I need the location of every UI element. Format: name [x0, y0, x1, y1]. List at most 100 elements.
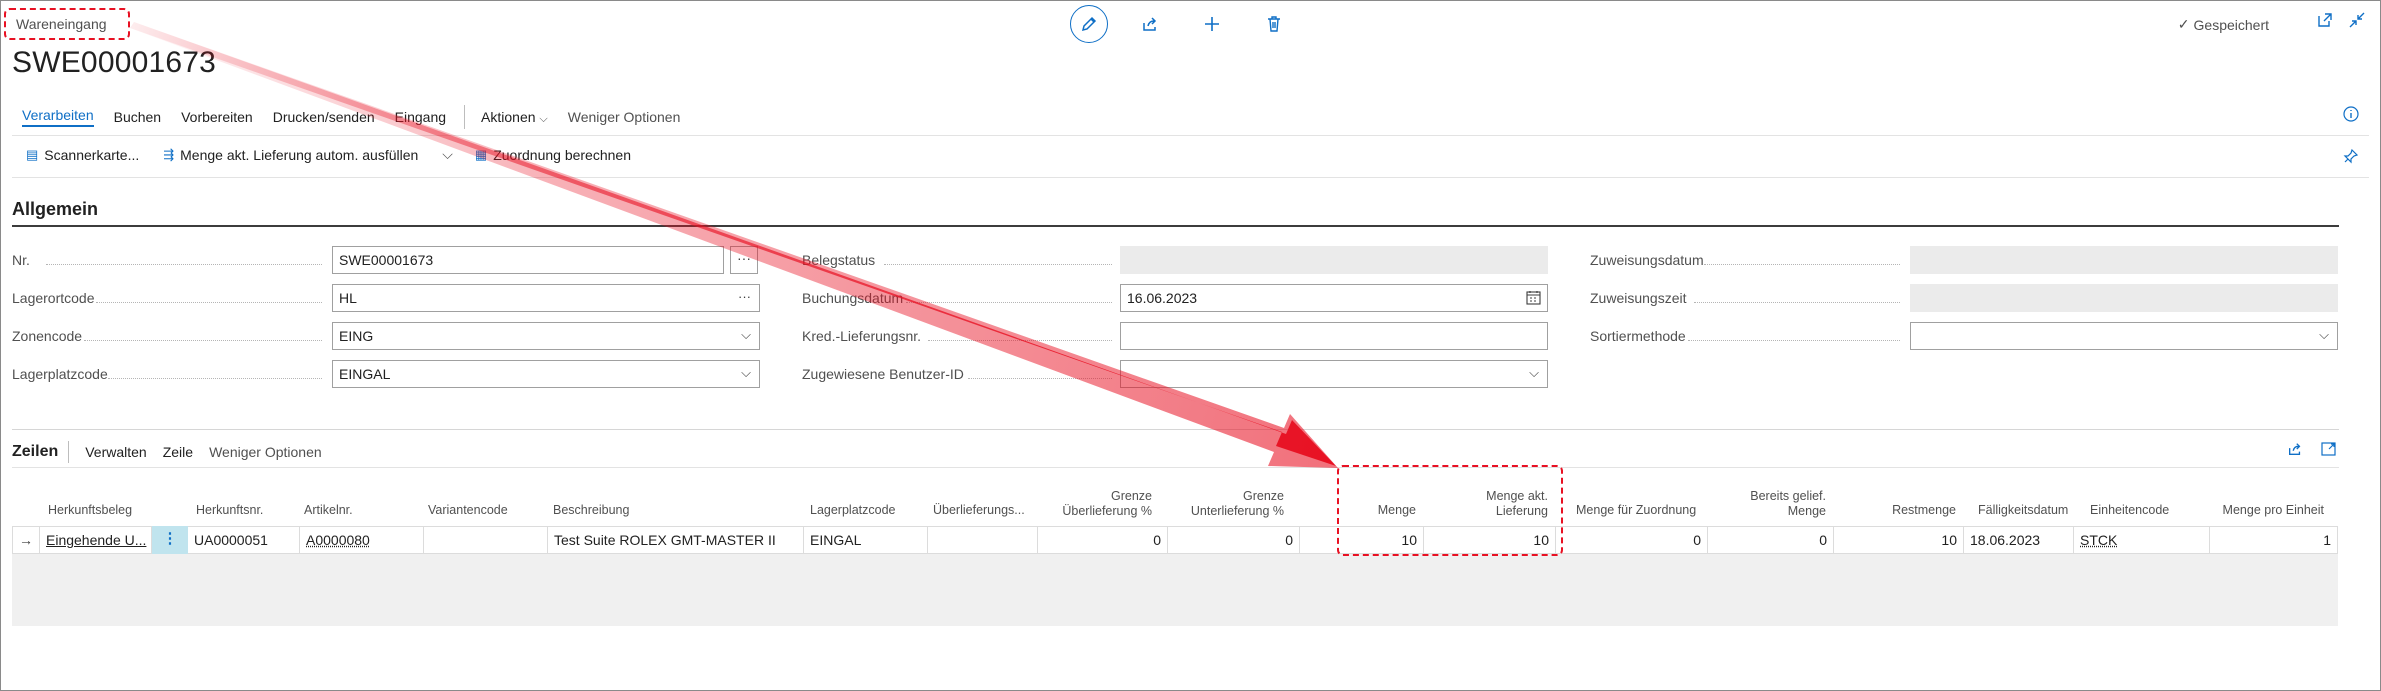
more-actions-chevron-icon[interactable]: ⌵	[442, 146, 453, 163]
scanner-button[interactable]: ▤ Scannerkarte...	[26, 147, 139, 163]
vendor-shipment-no-field[interactable]	[1120, 322, 1548, 350]
col-header-qty-delivered[interactable]: Bereits gelief. Menge	[1714, 489, 1826, 519]
col-header-limit-over[interactable]: Grenze Überlieferung %	[1030, 489, 1152, 519]
col-header-source-no[interactable]: Herkunftsnr.	[196, 503, 263, 518]
sorting-method-field[interactable]: ⌵	[1910, 322, 2338, 350]
col-header-limit-under[interactable]: Grenze Unterlieferung %	[1160, 489, 1284, 519]
cell-uom[interactable]: STCK	[2074, 526, 2210, 554]
posting-date-field[interactable]: 16.06.2023	[1120, 284, 1548, 312]
chevron-down-icon[interactable]: ⌵	[741, 327, 751, 343]
cell-qty-per-unit[interactable]: 1	[2210, 526, 2338, 554]
label-doc-status: Belegstatus	[802, 246, 1112, 274]
fewer-options-button[interactable]: Weniger Optionen	[568, 109, 681, 125]
cell-rest[interactable]: 10	[1834, 526, 1964, 554]
tab-verarbeiten[interactable]: Verarbeiten	[22, 107, 94, 127]
label-posting-date: Buchungsdatum	[802, 284, 1112, 312]
cell-limit-under[interactable]: 0	[1168, 526, 1300, 554]
location-code-value: HL	[339, 290, 357, 306]
assist-edit-button[interactable]: ···	[730, 246, 758, 274]
section-title-general[interactable]: Allgemein	[12, 199, 98, 220]
cell-description[interactable]: Test Suite ROLEX GMT-MASTER II	[548, 526, 804, 554]
lines-action-bar: Zeilen Verwalten Zeile Weniger Optionen	[12, 441, 338, 463]
lines-menu-manage[interactable]: Verwalten	[85, 444, 146, 460]
col-header-bin[interactable]: Lagerplatzcode	[810, 503, 895, 518]
save-status-label: Gespeichert	[2193, 16, 2269, 33]
no-field[interactable]: SWE00001673	[332, 246, 724, 274]
calculate-assignment-button[interactable]: ▦ Zuordnung berechnen	[475, 147, 631, 163]
row-indicator-arrow-icon: →	[12, 526, 40, 554]
tab-drucken-senden[interactable]: Drucken/senden	[273, 109, 375, 125]
zone-code-field[interactable]: EING ⌵	[332, 322, 760, 350]
label-assigned-user-id: Zugewiesene Benutzer-ID	[802, 360, 1112, 388]
expand-icon[interactable]	[2321, 441, 2337, 460]
chevron-down-icon[interactable]: ⌵	[1529, 365, 1539, 381]
cell-source-no[interactable]: UA0000051	[188, 526, 300, 554]
zone-code-value: EING	[339, 328, 374, 344]
info-icon[interactable]	[2343, 106, 2359, 125]
chevron-down-icon[interactable]: ⌵	[741, 365, 751, 381]
col-header-qty-per-unit[interactable]: Menge pro Einheit	[2220, 503, 2324, 518]
doc-status-field	[1120, 246, 1548, 274]
cell-bin[interactable]: EINGAL	[804, 526, 928, 554]
col-header-rest[interactable]: Restmenge	[1846, 503, 1956, 518]
col-header-uom[interactable]: Einheitencode	[2090, 503, 2169, 518]
divider	[12, 177, 2369, 178]
col-header-description[interactable]: Beschreibung	[553, 503, 629, 518]
cell-qty-delivered[interactable]: 0	[1708, 526, 1834, 554]
scanner-label: Scannerkarte...	[44, 146, 140, 163]
save-status: ✓ Gespeichert	[2178, 16, 2269, 33]
autofill-qty-button[interactable]: ⇶ Menge akt. Lieferung autom. ausfüllen	[163, 147, 418, 163]
col-header-overdelivery[interactable]: Überlieferungs...	[933, 503, 1025, 518]
cell-qty-assign[interactable]: 0	[1556, 526, 1708, 554]
lines-title[interactable]: Zeilen	[12, 443, 58, 461]
autofill-icon: ⇶	[163, 146, 175, 162]
cell-limit-over[interactable]: 0	[1038, 526, 1168, 554]
checkmark-icon: ✓	[2177, 16, 2190, 32]
share-icon[interactable]	[2287, 441, 2303, 460]
delete-icon[interactable]	[1254, 4, 1294, 44]
col-header-qty-assign[interactable]: Menge für Zuordnung	[1576, 503, 1696, 518]
autofill-label: Menge akt. Lieferung autom. ausfüllen	[180, 146, 419, 163]
page-title: SWE00001673	[12, 46, 217, 79]
col-header-due-date[interactable]: Fälligkeitsdatum	[1978, 503, 2068, 518]
edit-icon[interactable]	[1070, 5, 1108, 43]
share-icon[interactable]	[1130, 4, 1170, 44]
assigned-user-id-field[interactable]: ⌵	[1120, 360, 1548, 388]
cell-item-no[interactable]: A0000080	[300, 526, 424, 554]
bin-code-value: EINGAL	[339, 366, 391, 382]
col-header-variant[interactable]: Variantencode	[428, 503, 508, 518]
label-bin-code: Lagerplatzcode	[12, 360, 322, 388]
lines-fewer-options-button[interactable]: Weniger Optionen	[209, 444, 322, 460]
label-sorting-method: Sortiermethode	[1590, 322, 1900, 350]
cell-source-doc[interactable]: Eingehende U...	[40, 526, 152, 554]
cell-overdelivery[interactable]	[928, 526, 1038, 554]
label-assignment-time: Zuweisungszeit	[1590, 284, 1900, 312]
col-header-item-no[interactable]: Artikelnr.	[304, 503, 353, 518]
add-icon[interactable]	[1192, 4, 1232, 44]
tab-eingang[interactable]: Eingang	[395, 109, 446, 125]
actions-menu-label: Aktionen	[481, 108, 536, 125]
tab-vorbereiten[interactable]: Vorbereiten	[181, 109, 253, 125]
breadcrumb[interactable]: Wareneingang	[4, 8, 130, 40]
cell-variant[interactable]	[424, 526, 548, 554]
label-vendor-shipment-no: Kred.-Lieferungsnr.	[802, 322, 1112, 350]
lines-menu-line[interactable]: Zeile	[163, 444, 193, 460]
chevron-down-icon[interactable]: ⌵	[2319, 327, 2329, 343]
lines-part-actions	[2287, 441, 2337, 460]
open-new-window-icon[interactable]	[2317, 12, 2333, 31]
cell-due-date[interactable]: 18.06.2023	[1964, 526, 2074, 554]
divider	[12, 467, 2339, 468]
bin-code-field[interactable]: EINGAL ⌵	[332, 360, 760, 388]
actions-menu[interactable]: Aktionen ⌵	[481, 109, 548, 126]
calendar-icon[interactable]	[1526, 290, 1541, 308]
tab-buchen[interactable]: Buchen	[114, 109, 161, 125]
collapse-icon[interactable]	[2349, 12, 2365, 31]
promoted-actions: ▤ Scannerkarte... ⇶ Menge akt. Lieferung…	[26, 146, 655, 163]
assignment-time-field	[1910, 284, 2338, 312]
pin-icon[interactable]	[2343, 148, 2359, 167]
chevron-down-icon: ⌵	[539, 112, 548, 125]
row-menu-icon[interactable]: ⋮	[152, 526, 188, 554]
location-code-field[interactable]: HL ···	[332, 284, 760, 312]
col-header-source-doc[interactable]: Herkunftsbeleg	[48, 503, 132, 518]
ellipsis-icon[interactable]: ···	[738, 289, 751, 304]
